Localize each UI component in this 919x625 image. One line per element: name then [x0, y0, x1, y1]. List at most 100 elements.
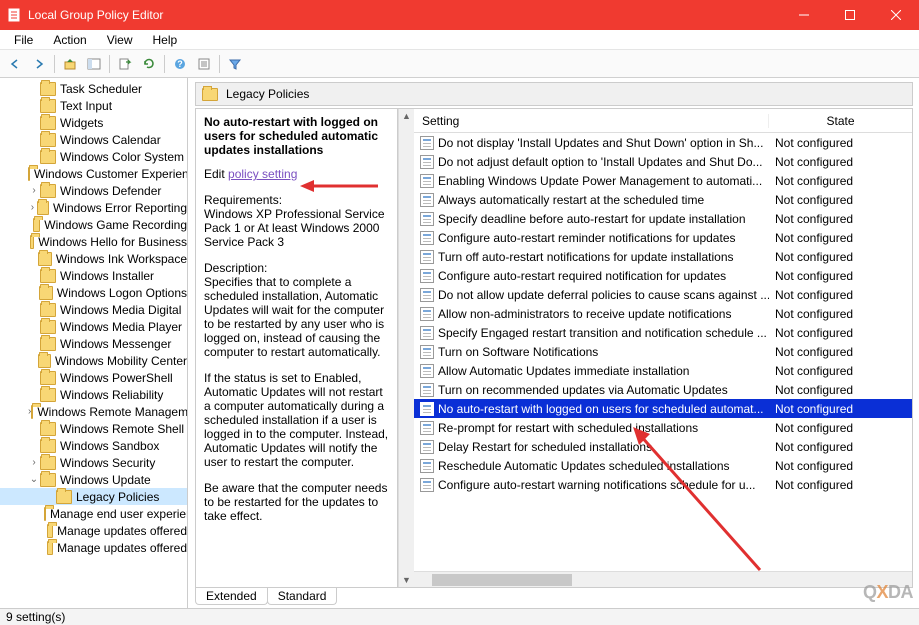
breadcrumb: Legacy Policies [195, 82, 913, 106]
tree-pane[interactable]: Task SchedulerText InputWidgetsWindows C… [0, 78, 188, 608]
policy-state: Not configured [769, 174, 912, 188]
policy-list[interactable]: Do not display 'Install Updates and Shut… [414, 133, 912, 571]
export-button[interactable] [114, 53, 136, 75]
tree-item[interactable]: Windows Reliability [0, 386, 187, 403]
policy-row[interactable]: Do not adjust default option to 'Install… [414, 152, 912, 171]
up-button[interactable] [59, 53, 81, 75]
tree-item[interactable]: Manage end user experience [0, 505, 187, 522]
tree-item[interactable]: Windows Media Digital [0, 301, 187, 318]
policy-row[interactable]: Specify Engaged restart transition and n… [414, 323, 912, 342]
scrollbar-thumb[interactable] [432, 574, 572, 586]
tree-item[interactable]: Legacy Policies [0, 488, 187, 505]
tree-item[interactable]: Manage updates offered [0, 522, 187, 539]
tree-item[interactable]: Windows Logon Options [0, 284, 187, 301]
policy-row[interactable]: Do not display 'Install Updates and Shut… [414, 133, 912, 152]
tree-item[interactable]: Task Scheduler [0, 80, 187, 97]
chevron-right-icon[interactable]: › [28, 202, 37, 213]
policy-state: Not configured [769, 364, 912, 378]
tab-standard[interactable]: Standard [267, 588, 338, 605]
column-headers[interactable]: Setting State [414, 109, 912, 133]
menu-action[interactable]: Action [43, 31, 96, 49]
policy-row[interactable]: No auto-restart with logged on users for… [414, 399, 912, 418]
show-tree-button[interactable] [83, 53, 105, 75]
folder-icon [40, 456, 56, 470]
folder-icon [40, 473, 56, 487]
scroll-up-icon[interactable]: ▲ [402, 109, 411, 123]
tab-extended[interactable]: Extended [195, 588, 268, 605]
tree-item[interactable]: ›Windows Remote Management [0, 403, 187, 420]
menu-bar: File Action View Help [0, 30, 919, 50]
chevron-right-icon[interactable]: › [28, 457, 40, 468]
scroll-down-icon[interactable]: ▼ [402, 573, 411, 587]
tree-item[interactable]: Windows Remote Shell [0, 420, 187, 437]
forward-button[interactable] [28, 53, 50, 75]
main-pane: Legacy Policies No auto-restart with log… [188, 78, 919, 608]
folder-icon [37, 201, 49, 215]
folder-icon [31, 405, 33, 419]
tree-item[interactable]: Windows Hello for Business [0, 233, 187, 250]
tree-item[interactable]: Windows Media Player [0, 318, 187, 335]
description-pane: No auto-restart with logged on users for… [196, 109, 398, 587]
description-scrollbar[interactable]: ▲ ▼ [398, 109, 414, 587]
folder-icon [40, 133, 56, 147]
policy-row[interactable]: Configure auto-restart reminder notifica… [414, 228, 912, 247]
policy-row[interactable]: Turn on Software NotificationsNot config… [414, 342, 912, 361]
minimize-button[interactable] [781, 0, 827, 30]
folder-icon [40, 388, 56, 402]
policy-icon [420, 269, 434, 283]
watermark-text: X [876, 582, 888, 602]
help-button[interactable]: ? [169, 53, 191, 75]
back-button[interactable] [4, 53, 26, 75]
policy-row[interactable]: Configure auto-restart warning notificat… [414, 475, 912, 494]
tree-item[interactable]: Windows Ink Workspace [0, 250, 187, 267]
tree-item-label: Windows Remote Shell [60, 422, 184, 436]
policy-row[interactable]: Configure auto-restart required notifica… [414, 266, 912, 285]
tree-item[interactable]: ›Windows Security [0, 454, 187, 471]
policy-icon [420, 478, 434, 492]
edit-policy-link[interactable]: policy setting [228, 167, 297, 181]
filter-button[interactable] [224, 53, 246, 75]
tree-item[interactable]: Windows PowerShell [0, 369, 187, 386]
policy-row[interactable]: Enabling Windows Update Power Management… [414, 171, 912, 190]
policy-row[interactable]: Turn on recommended updates via Automati… [414, 380, 912, 399]
chevron-down-icon[interactable]: ⌄ [28, 474, 40, 485]
menu-view[interactable]: View [97, 31, 143, 49]
policy-row[interactable]: Turn off auto-restart notifications for … [414, 247, 912, 266]
tree-item[interactable]: Manage updates offered [0, 539, 187, 556]
tree-item[interactable]: ›Windows Error Reporting [0, 199, 187, 216]
policy-name: Enabling Windows Update Power Management… [438, 174, 762, 188]
policy-row[interactable]: Do not allow update deferral policies to… [414, 285, 912, 304]
refresh-button[interactable] [138, 53, 160, 75]
menu-help[interactable]: Help [143, 31, 188, 49]
column-state[interactable]: State [769, 114, 912, 128]
policy-state: Not configured [769, 402, 912, 416]
tree-item[interactable]: Windows Messenger [0, 335, 187, 352]
properties-button[interactable] [193, 53, 215, 75]
policy-name: Allow non-administrators to receive upda… [438, 307, 731, 321]
tree-item[interactable]: Windows Customer Experience [0, 165, 187, 182]
tree-item[interactable]: Widgets [0, 114, 187, 131]
tree-item[interactable]: Windows Installer [0, 267, 187, 284]
maximize-button[interactable] [827, 0, 873, 30]
policy-row[interactable]: Reschedule Automatic Updates scheduled i… [414, 456, 912, 475]
tree-item[interactable]: Windows Color System [0, 148, 187, 165]
folder-icon [47, 524, 53, 538]
policy-row[interactable]: Re-prompt for restart with scheduled ins… [414, 418, 912, 437]
policy-row[interactable]: Allow Automatic Updates immediate instal… [414, 361, 912, 380]
horizontal-scrollbar[interactable] [414, 571, 912, 587]
tree-item[interactable]: Windows Game Recording [0, 216, 187, 233]
tree-item[interactable]: Windows Calendar [0, 131, 187, 148]
close-button[interactable] [873, 0, 919, 30]
policy-row[interactable]: Specify deadline before auto-restart for… [414, 209, 912, 228]
tree-item[interactable]: ⌄Windows Update [0, 471, 187, 488]
policy-row[interactable]: Always automatically restart at the sche… [414, 190, 912, 209]
policy-row[interactable]: Allow non-administrators to receive upda… [414, 304, 912, 323]
tree-item[interactable]: ›Windows Defender [0, 182, 187, 199]
column-setting[interactable]: Setting [414, 114, 769, 128]
menu-file[interactable]: File [4, 31, 43, 49]
policy-row[interactable]: Delay Restart for scheduled installation… [414, 437, 912, 456]
tree-item[interactable]: Windows Sandbox [0, 437, 187, 454]
tree-item[interactable]: Windows Mobility Center [0, 352, 187, 369]
chevron-right-icon[interactable]: › [28, 185, 40, 196]
tree-item[interactable]: Text Input [0, 97, 187, 114]
